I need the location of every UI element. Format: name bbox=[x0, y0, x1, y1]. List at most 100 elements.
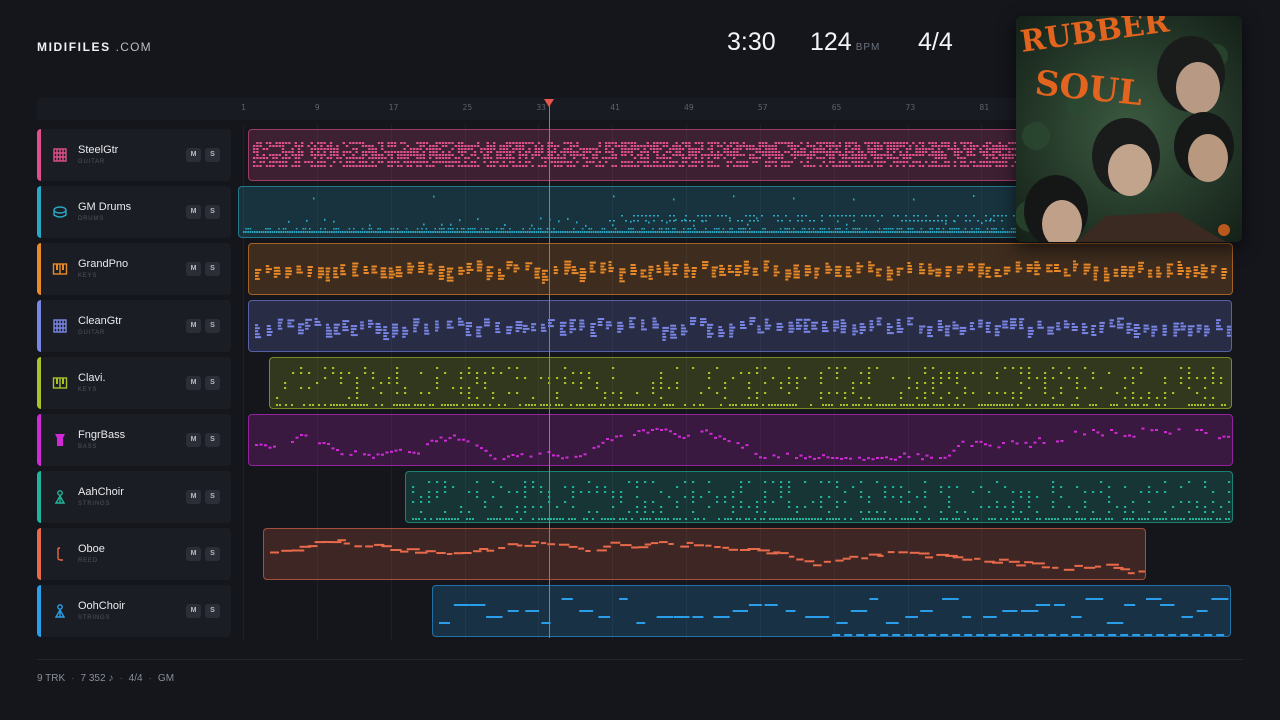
track-header[interactable]: FngrBass BASS M S bbox=[37, 414, 231, 466]
track-name: CleanGtr bbox=[78, 315, 123, 327]
footer-standard: GM bbox=[157, 673, 175, 684]
ruler-tick: 1 bbox=[241, 103, 246, 112]
ruler-tick: 17 bbox=[388, 103, 399, 112]
track-color-stripe bbox=[37, 186, 41, 238]
ruler-tick: 25 bbox=[462, 103, 473, 112]
mute-button[interactable]: M bbox=[186, 148, 201, 162]
footer-time-signature: 4/4 bbox=[128, 673, 143, 684]
solo-button[interactable]: S bbox=[205, 319, 220, 333]
note-pattern bbox=[254, 260, 1227, 284]
choir-icon bbox=[52, 489, 68, 505]
mute-button[interactable]: M bbox=[186, 376, 201, 390]
tempo-value: 124 bbox=[810, 28, 852, 56]
mute-button[interactable]: M bbox=[186, 604, 201, 618]
track-color-stripe bbox=[37, 471, 41, 523]
duration-readout: 3:30 bbox=[727, 28, 776, 56]
track-header[interactable]: GM Drums DRUMS M S bbox=[37, 186, 231, 238]
note-pattern bbox=[270, 539, 1145, 575]
ruler-tick: 73 bbox=[905, 103, 916, 112]
midi-region[interactable] bbox=[268, 357, 1233, 409]
mute-button[interactable]: M bbox=[186, 262, 201, 276]
ruler-tick: 81 bbox=[979, 103, 990, 112]
track-color-stripe bbox=[37, 528, 41, 580]
brand-suffix: .COM bbox=[115, 40, 152, 54]
footer-note-count: 7 352 ♪ bbox=[80, 673, 114, 684]
track-name: Clavi. bbox=[78, 372, 106, 384]
mute-button[interactable]: M bbox=[186, 547, 201, 561]
solo-button[interactable]: S bbox=[205, 205, 220, 219]
ruler-tick: 49 bbox=[684, 103, 694, 112]
solo-button[interactable]: S bbox=[205, 604, 220, 618]
track-header[interactable]: Oboe REED M S bbox=[37, 528, 231, 580]
track-header[interactable]: Clavi. KEYS M S bbox=[37, 357, 231, 409]
ruler-tick: 57 bbox=[757, 103, 768, 112]
bass-icon bbox=[52, 432, 68, 448]
ruler-tick: 65 bbox=[831, 103, 842, 112]
track-header[interactable]: GrandPno KEYS M S bbox=[37, 243, 231, 295]
track-name: OohChoir bbox=[78, 600, 126, 612]
mute-button[interactable]: M bbox=[186, 433, 201, 447]
footer-track-count: 9 TRK bbox=[37, 673, 66, 684]
track-color-stripe bbox=[37, 129, 41, 181]
track-color-stripe bbox=[37, 300, 41, 352]
piano-icon bbox=[52, 375, 68, 391]
track-category: GUITAR bbox=[78, 159, 106, 165]
track-header[interactable]: CleanGtr GUITAR M S bbox=[37, 300, 231, 352]
choir-icon bbox=[52, 603, 68, 619]
drum-icon bbox=[52, 204, 68, 220]
track-color-stripe bbox=[37, 357, 41, 409]
track-name: AahChoir bbox=[78, 486, 124, 498]
track-color-stripe bbox=[37, 585, 41, 637]
track-color-stripe bbox=[37, 243, 41, 295]
footer-summary: 9 TRK · 7 352 ♪ · 4/4 · GM bbox=[37, 673, 175, 684]
note-pattern bbox=[439, 598, 1229, 636]
midi-region[interactable] bbox=[263, 528, 1146, 580]
track-category: REED bbox=[78, 558, 98, 564]
midi-region[interactable] bbox=[432, 585, 1231, 637]
track-category: DRUMS bbox=[78, 216, 104, 222]
midi-region[interactable] bbox=[404, 471, 1233, 523]
track-header[interactable]: SteelGtr GUITAR M S bbox=[37, 129, 231, 181]
solo-button[interactable]: S bbox=[205, 547, 220, 561]
track-header[interactable]: AahChoir STRINGS M S bbox=[37, 471, 231, 523]
track-category: STRINGS bbox=[78, 615, 111, 621]
album-cover-art: RUBBER SOUL bbox=[1016, 16, 1242, 242]
ruler-tick: 9 bbox=[314, 103, 320, 112]
track-category: BASS bbox=[78, 444, 98, 450]
midi-region[interactable] bbox=[247, 414, 1233, 466]
mute-button[interactable]: M bbox=[186, 205, 201, 219]
track-category: GUITAR bbox=[78, 330, 106, 336]
track-category: KEYS bbox=[78, 273, 98, 279]
solo-button[interactable]: S bbox=[205, 433, 220, 447]
brand-name: MIDIFILES bbox=[37, 40, 111, 54]
track-name: FngrBass bbox=[78, 429, 126, 441]
midi-region[interactable] bbox=[247, 243, 1233, 295]
oboe-icon bbox=[52, 546, 68, 562]
track-name: GM Drums bbox=[78, 201, 132, 213]
playhead[interactable] bbox=[549, 104, 551, 638]
mute-button[interactable]: M bbox=[186, 319, 201, 333]
solo-button[interactable]: S bbox=[205, 262, 220, 276]
note-pattern bbox=[411, 481, 1230, 520]
brand-logo: MIDIFILES .COM bbox=[37, 40, 152, 54]
footer-divider bbox=[37, 659, 1243, 660]
solo-button[interactable]: S bbox=[205, 148, 220, 162]
solo-button[interactable]: S bbox=[205, 490, 220, 504]
note-pattern bbox=[254, 317, 1232, 341]
guitar-icon bbox=[52, 147, 68, 163]
note-pattern bbox=[275, 367, 1226, 406]
guitar-icon bbox=[52, 318, 68, 334]
tempo-readout: 124 BPM bbox=[810, 28, 880, 57]
tempo-unit: BPM bbox=[855, 42, 881, 53]
ruler-tick: 41 bbox=[610, 103, 620, 112]
note-pattern bbox=[254, 427, 1230, 461]
track-header[interactable]: OohChoir STRINGS M S bbox=[37, 585, 231, 637]
track-name: Oboe bbox=[78, 543, 105, 555]
solo-button[interactable]: S bbox=[205, 376, 220, 390]
piano-icon bbox=[52, 261, 68, 277]
mute-button[interactable]: M bbox=[186, 490, 201, 504]
track-category: STRINGS bbox=[78, 501, 111, 507]
album-cover: RUBBER SOUL bbox=[1016, 16, 1242, 242]
track-name: SteelGtr bbox=[78, 144, 119, 156]
midi-region[interactable] bbox=[247, 300, 1233, 352]
